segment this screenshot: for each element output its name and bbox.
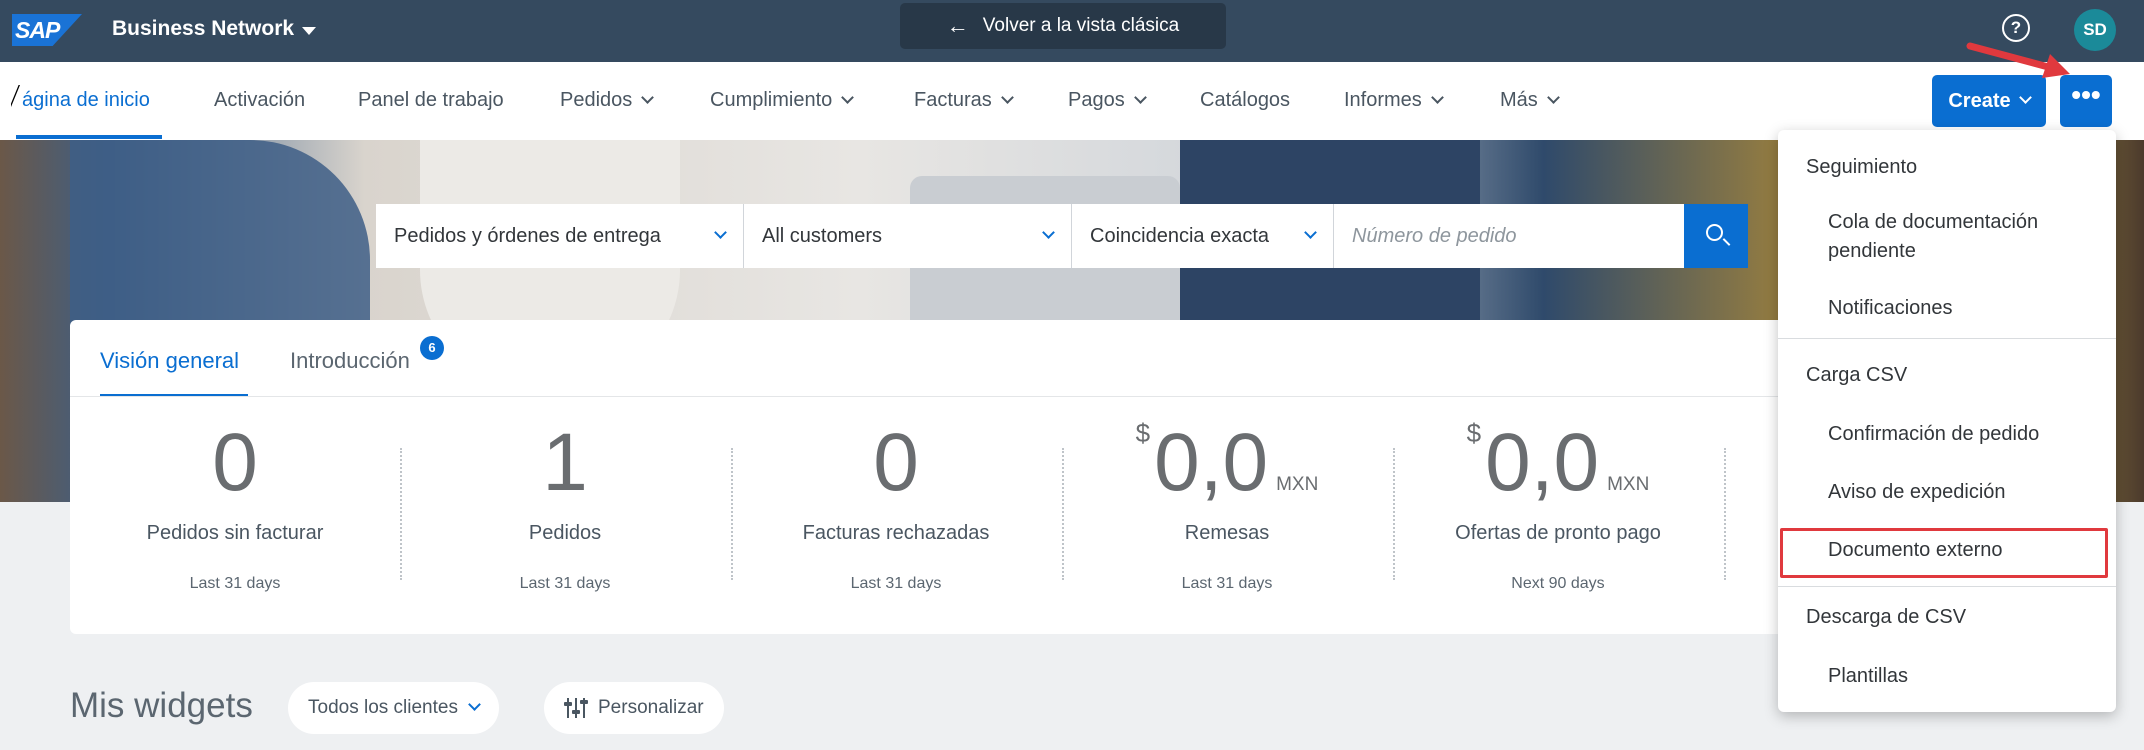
nav-catalogos[interactable]: Catálogos xyxy=(1200,89,1290,112)
chevron-down-icon xyxy=(641,91,655,104)
tile-label: Pedidos xyxy=(528,522,602,544)
widgets-title: Mis widgets xyxy=(70,686,253,725)
tile-value: 0 xyxy=(873,417,919,508)
customer-filter-button[interactable]: Todos los clientes xyxy=(288,682,499,734)
nav-panel-trabajo[interactable]: Panel de trabajo xyxy=(358,89,504,112)
nav-facturas[interactable]: Facturas xyxy=(914,89,1014,112)
product-switcher[interactable]: Business Network xyxy=(112,17,294,41)
more-options-menu: Seguimiento Cola de documentación pendie… xyxy=(1778,130,2116,712)
menu-item-aviso-expedicion[interactable]: Aviso de expedición xyxy=(1828,478,2098,507)
chevron-down-icon xyxy=(468,697,481,711)
tile-period: Last 31 days xyxy=(189,575,281,592)
caret-down-icon[interactable] xyxy=(302,27,316,35)
currency-symbol: $ xyxy=(1135,418,1151,448)
menu-section-seguimiento: Seguimiento xyxy=(1806,156,1918,178)
chevron-down-icon xyxy=(841,91,855,104)
customer-select[interactable]: All customers xyxy=(744,204,1072,268)
tile-label: Remesas xyxy=(1184,522,1270,544)
order-number-input[interactable]: Número de pedido xyxy=(1334,204,1684,268)
tab-vision-general[interactable]: Visión general xyxy=(100,348,239,374)
annotation-arrow-icon xyxy=(1966,42,2070,78)
currency-unit: MXN xyxy=(1607,474,1650,495)
tile-label: Pedidos sin facturar xyxy=(146,522,324,544)
tile-period: Last 31 days xyxy=(850,575,942,592)
chevron-down-icon xyxy=(2018,90,2032,104)
tile-period: Last 31 days xyxy=(519,575,611,592)
more-options-button[interactable]: ••• xyxy=(2060,75,2112,127)
tile-value: 0,0 xyxy=(1485,417,1600,508)
menu-section-descarga-csv: Descarga de CSV xyxy=(1806,606,1967,628)
match-type-select[interactable]: Coincidencia exacta xyxy=(1072,204,1334,268)
menu-item-confirmacion-pedido[interactable]: Confirmación de pedido xyxy=(1828,420,2098,449)
main-navigation: ágina de inicio Activación Panel de trab… xyxy=(0,62,2144,140)
nav-pagos[interactable]: Pagos xyxy=(1068,89,1147,112)
document-type-select[interactable]: Pedidos y órdenes de entrega xyxy=(376,204,744,268)
create-button[interactable]: Create xyxy=(1932,75,2046,127)
menu-section-carga-csv: Carga CSV xyxy=(1806,364,1908,386)
menu-item-plantillas[interactable]: Plantillas xyxy=(1828,662,2098,691)
tile-label: Facturas rechazadas xyxy=(802,522,990,544)
currency-unit: MXN xyxy=(1276,474,1319,495)
menu-item-cola-documentacion[interactable]: Cola de documentación pendiente xyxy=(1828,208,2098,266)
help-icon[interactable]: ? xyxy=(2002,14,2030,42)
menu-item-notificaciones[interactable]: Notificaciones xyxy=(1828,294,2098,323)
notification-badge: 6 xyxy=(420,336,444,360)
document-search-bar: Pedidos y órdenes de entrega All custome… xyxy=(376,204,1748,268)
chevron-down-icon xyxy=(714,226,727,239)
tab-introduccion[interactable]: Introducción xyxy=(290,348,410,374)
classic-view-label: Volver a la vista clásica xyxy=(982,15,1180,36)
tile-period: Last 31 days xyxy=(1181,575,1273,592)
mouse-cursor-icon xyxy=(10,84,19,106)
nav-mas[interactable]: Más xyxy=(1500,89,1560,112)
tile-facturas-rechazadas[interactable]: 0 Facturas rechazadas Last 31 days xyxy=(731,420,1061,620)
nav-home[interactable]: ágina de inicio xyxy=(22,89,150,112)
tile-label: Ofertas de pronto pago xyxy=(1455,522,1661,544)
customize-button[interactable]: Personalizar xyxy=(544,682,724,734)
chevron-down-icon xyxy=(1133,91,1147,104)
overview-card: Visión general Introducción 6 0 Pedidos … xyxy=(70,320,1790,634)
tile-ofertas-pronto-pago[interactable]: $0,0 MXN Ofertas de pronto pago Next 90 d… xyxy=(1393,417,1723,620)
nav-cumplimiento[interactable]: Cumplimiento xyxy=(710,89,855,112)
active-nav-indicator xyxy=(16,135,162,139)
tile-value: 1 xyxy=(542,417,588,508)
search-icon xyxy=(1706,224,1723,241)
chevron-down-icon xyxy=(1000,91,1014,104)
sliders-icon xyxy=(564,696,588,720)
chevron-down-icon xyxy=(1430,91,1444,104)
search-button[interactable] xyxy=(1684,204,1748,268)
tile-period: Next 90 days xyxy=(1511,575,1605,592)
classic-view-button[interactable]: ← Volver a la vista clásica xyxy=(900,3,1226,49)
tile-value: 0,0 xyxy=(1154,417,1269,508)
nav-activacion[interactable]: Activación xyxy=(214,89,305,112)
currency-symbol: $ xyxy=(1466,418,1482,448)
user-avatar[interactable]: SD xyxy=(2074,9,2116,51)
sap-logo[interactable]: SAP xyxy=(12,14,82,46)
nav-informes[interactable]: Informes xyxy=(1344,89,1444,112)
arrow-left-icon: ← xyxy=(946,13,969,38)
chevron-down-icon xyxy=(1042,226,1055,239)
nav-pedidos[interactable]: Pedidos xyxy=(560,89,655,112)
shell-bar: SAP Business Network ← Volver a la vista… xyxy=(0,0,2144,62)
tile-remesas[interactable]: $0,0 MXN Remesas Last 31 days xyxy=(1062,417,1392,620)
highlight-box xyxy=(1780,528,2108,578)
tile-value: 0 xyxy=(212,417,258,508)
tile-pedidos[interactable]: 1 Pedidos Last 31 days xyxy=(400,420,730,620)
chevron-down-icon xyxy=(1304,226,1317,239)
chevron-down-icon xyxy=(1546,91,1560,104)
tile-pedidos-sin-facturar[interactable]: 0 Pedidos sin facturar Last 31 days xyxy=(70,420,400,620)
